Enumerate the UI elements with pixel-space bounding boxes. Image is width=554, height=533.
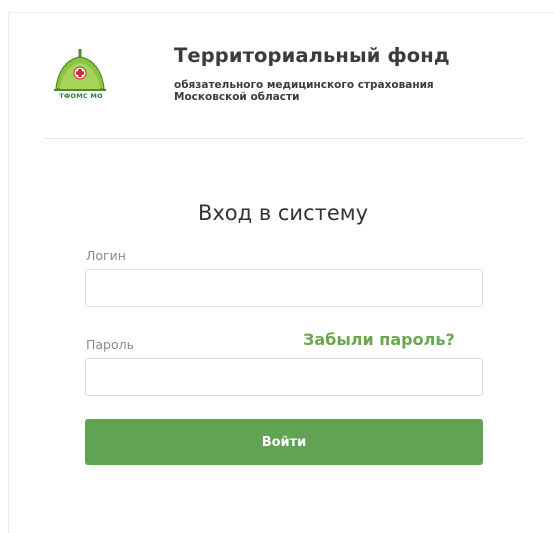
organization-title: Территориальный фонд [174,44,450,67]
organization-subtitle: обязательного медицинского страхования М… [174,79,434,103]
organization-subtitle-line-2: Московской области [174,91,300,103]
password-label: Пароль [86,337,134,352]
forgot-password-link[interactable]: Забыли пароль? [303,330,455,349]
organization-subtitle-line-1: обязательного медицинского страхования [174,79,434,91]
password-input[interactable] [85,358,483,396]
header-divider [44,138,524,139]
logo-caption: ТФОМС МО [59,92,103,100]
login-input[interactable] [85,269,483,307]
login-label: Логин [86,248,126,263]
login-form-title: Вход в систему [197,201,369,225]
login-submit-button[interactable]: Войти [85,419,483,465]
